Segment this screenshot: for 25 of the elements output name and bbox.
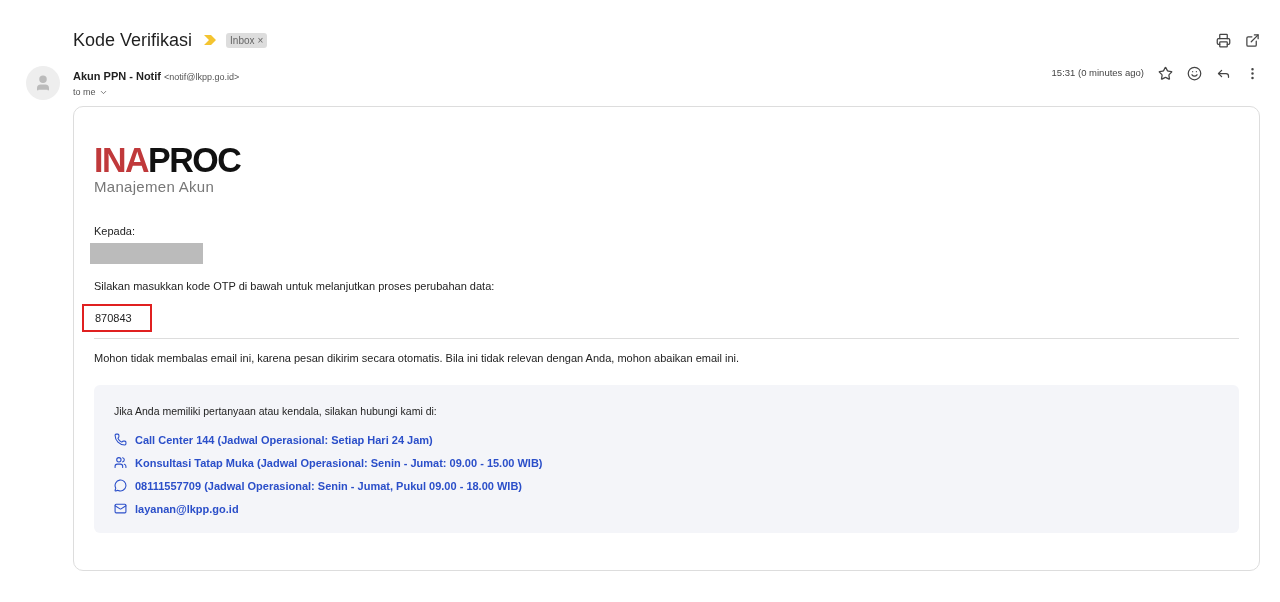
contact-link[interactable]: Konsultasi Tatap Muka (Jadwal Operasional: Senin - Jumat: 09.00 - 15.00 WIB) (135, 456, 543, 469)
email-subject: Kode Verifikasi (73, 29, 193, 51)
contact-link[interactable]: 08111557709 (Jadwal Operasional: Senin - Jumat, Pukul 09.00 - 18.00 WIB) (135, 479, 522, 492)
brand-logo: INAPROC (94, 141, 242, 177)
sender-name: Akun PPN - Notif (73, 70, 161, 82)
otp-code: 870843 (82, 304, 152, 332)
avatar (26, 66, 60, 100)
recipient-dropdown[interactable]: to me (73, 87, 108, 97)
greeting-text: Kepada: (94, 225, 136, 237)
instruction-text: Silakan masukkan kode OTP di bawah untuk melanjutkan proses perubahan data: (94, 280, 496, 292)
support-intro: Jika Anda memiliki pertanyaan atau kendala, silakan hubungi kami di: (114, 405, 438, 417)
open-in-new-window-icon[interactable] (1245, 32, 1260, 48)
phone-icon (114, 433, 127, 446)
logo-subtitle: Manajemen Akun (94, 178, 216, 195)
sender-email: <notif@lkpp.go.id> (164, 72, 240, 82)
people-icon (114, 456, 127, 469)
contact-link[interactable]: layanan@lkpp.go.id (135, 502, 239, 515)
disclaimer-text: Mohon tidak membalas email ini, karena pesan dikirim secara otomatis. Bila ini tidak relevan dengan Anda, mohon abaikan email ini. (94, 352, 741, 364)
importance-marker-icon (204, 35, 217, 45)
remove-label-button[interactable]: × (257, 34, 264, 46)
inbox-label: Inbox × (226, 32, 268, 48)
mail-icon (114, 502, 127, 515)
contact-link[interactable]: Call Center 144 (Jadwal Operasional: Setiap Hari 24 Jam) (135, 433, 433, 446)
print-icon[interactable] (1216, 32, 1231, 48)
email-time: 15:31 (0 minutes ago) (1051, 67, 1144, 80)
